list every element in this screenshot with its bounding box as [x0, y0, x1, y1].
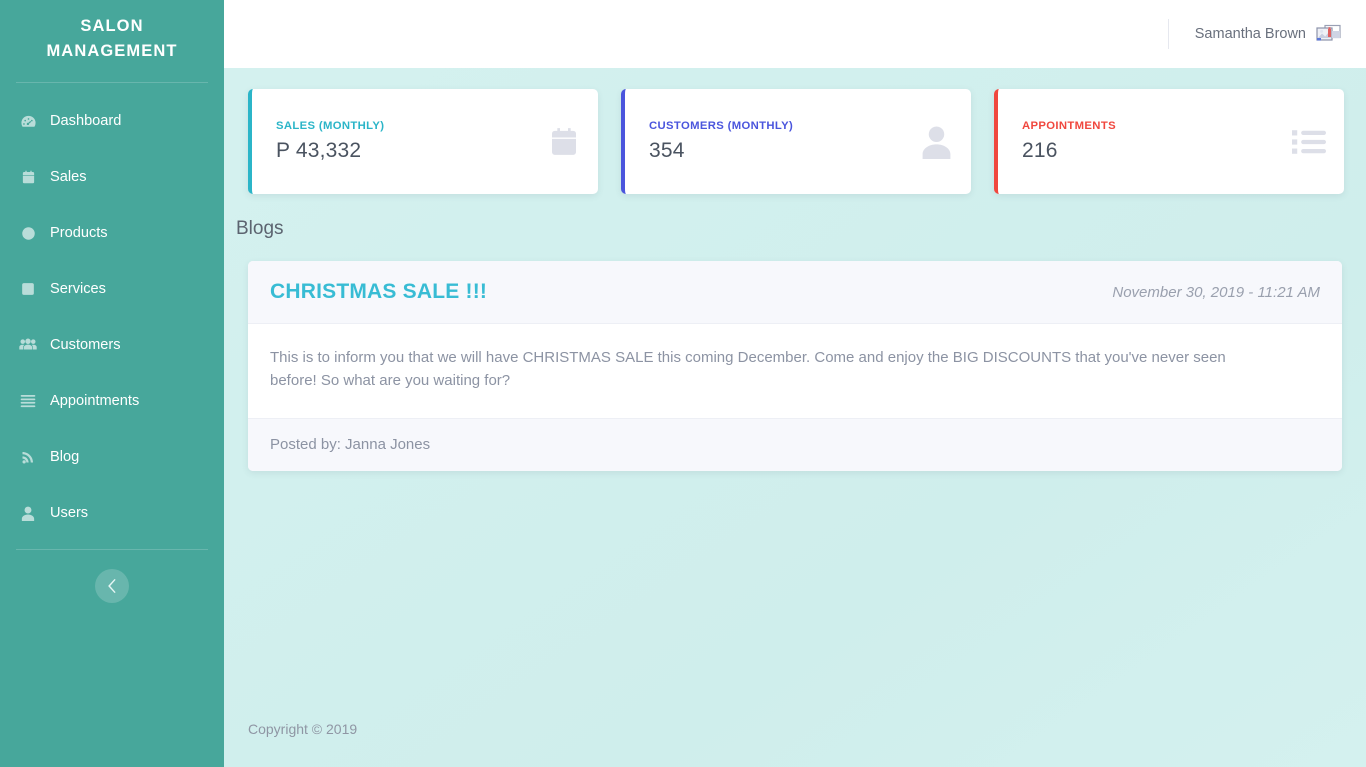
rss-icon: [16, 448, 40, 466]
stat-card-sales[interactable]: SALES (MONTHLY) P 43,332: [248, 89, 598, 194]
top-header: Samantha Brown: [224, 0, 1366, 68]
sidebar-item-products[interactable]: Products: [0, 205, 224, 261]
sidebar-item-customers[interactable]: Customers: [0, 317, 224, 373]
blog-post-header: CHRISTMAS SALE !!! November 30, 2019 - 1…: [248, 261, 1342, 324]
stat-value: 354: [649, 139, 685, 162]
sidebar-item-label: Users: [50, 504, 89, 521]
stat-label: SALES (MONTHLY): [276, 120, 385, 132]
user-menu[interactable]: Samantha Brown: [1195, 23, 1342, 45]
circle-icon: [16, 224, 40, 242]
blog-post-card: CHRISTMAS SALE !!! November 30, 2019 - 1…: [248, 261, 1342, 471]
tachometer-icon: [16, 112, 40, 130]
chevron-left-icon: [107, 579, 117, 593]
stat-card-text: CUSTOMERS (MONTHLY) 354: [649, 120, 793, 163]
square-icon: [16, 280, 40, 298]
user-icon: [16, 504, 40, 522]
sidebar-item-blog[interactable]: Blog: [0, 429, 224, 485]
stat-value: P 43,332: [276, 139, 362, 162]
stat-card-customers[interactable]: CUSTOMERS (MONTHLY) 354: [621, 89, 971, 194]
stat-cards: SALES (MONTHLY) P 43,332 CUSTOMERS (MONT…: [224, 68, 1366, 194]
stat-card-appointments[interactable]: APPOINTMENTS 216: [994, 89, 1344, 194]
brand-title: SALON MANAGEMENT: [46, 17, 178, 60]
user-icon: [920, 125, 953, 159]
stat-card-text: SALES (MONTHLY) P 43,332: [276, 120, 384, 163]
broken-image-icon: [1316, 23, 1342, 45]
brand-divider: [16, 82, 208, 83]
blog-post-date: November 30, 2019 - 11:21 AM: [1112, 283, 1320, 301]
calendar-icon: [548, 125, 580, 158]
sidebar-collapse-button[interactable]: [95, 569, 129, 603]
calendar-icon: [16, 168, 40, 186]
users-icon: [16, 336, 40, 354]
stat-card-text: APPOINTMENTS 216: [1022, 120, 1116, 163]
stat-label: APPOINTMENTS: [1022, 120, 1116, 132]
sidebar-item-users[interactable]: Users: [0, 485, 224, 541]
main-content: SALES (MONTHLY) P 43,332 CUSTOMERS (MONT…: [224, 68, 1366, 767]
list-icon: [1292, 128, 1326, 156]
stat-label: CUSTOMERS (MONTHLY): [649, 120, 794, 132]
sidebar-item-label: Products: [50, 224, 108, 241]
sidebar-item-label: Appointments: [50, 392, 140, 409]
sidebar-item-label: Services: [50, 280, 106, 297]
sidebar-item-label: Dashboard: [50, 112, 122, 129]
sidebar-item-label: Blog: [50, 448, 80, 465]
blog-post-body: This is to inform you that we will have …: [270, 349, 1226, 389]
sidebar-item-services[interactable]: Services: [0, 261, 224, 317]
list-icon: [16, 392, 40, 410]
blog-post-author: Posted by: Janna Jones: [248, 418, 1342, 471]
page-title: Blogs: [236, 218, 284, 239]
stat-value: 216: [1022, 139, 1058, 162]
sidebar-nav: Dashboard Sales Products Services Custom: [0, 93, 224, 541]
sidebar: SALON MANAGEMENT Dashboard Sales Product…: [0, 0, 224, 767]
sidebar-item-label: Sales: [50, 168, 87, 185]
copyright-text: Copyright © 2019: [248, 721, 358, 737]
sidebar-toggle-wrap: [0, 550, 224, 603]
sidebar-item-sales[interactable]: Sales: [0, 149, 224, 205]
sidebar-item-appointments[interactable]: Appointments: [0, 373, 224, 429]
user-name: Samantha Brown: [1194, 26, 1306, 42]
blog-post-title: CHRISTMAS SALE !!!: [270, 280, 488, 303]
sidebar-item-label: Customers: [50, 336, 121, 353]
header-divider: [1167, 19, 1169, 49]
sidebar-item-dashboard[interactable]: Dashboard: [0, 93, 224, 149]
